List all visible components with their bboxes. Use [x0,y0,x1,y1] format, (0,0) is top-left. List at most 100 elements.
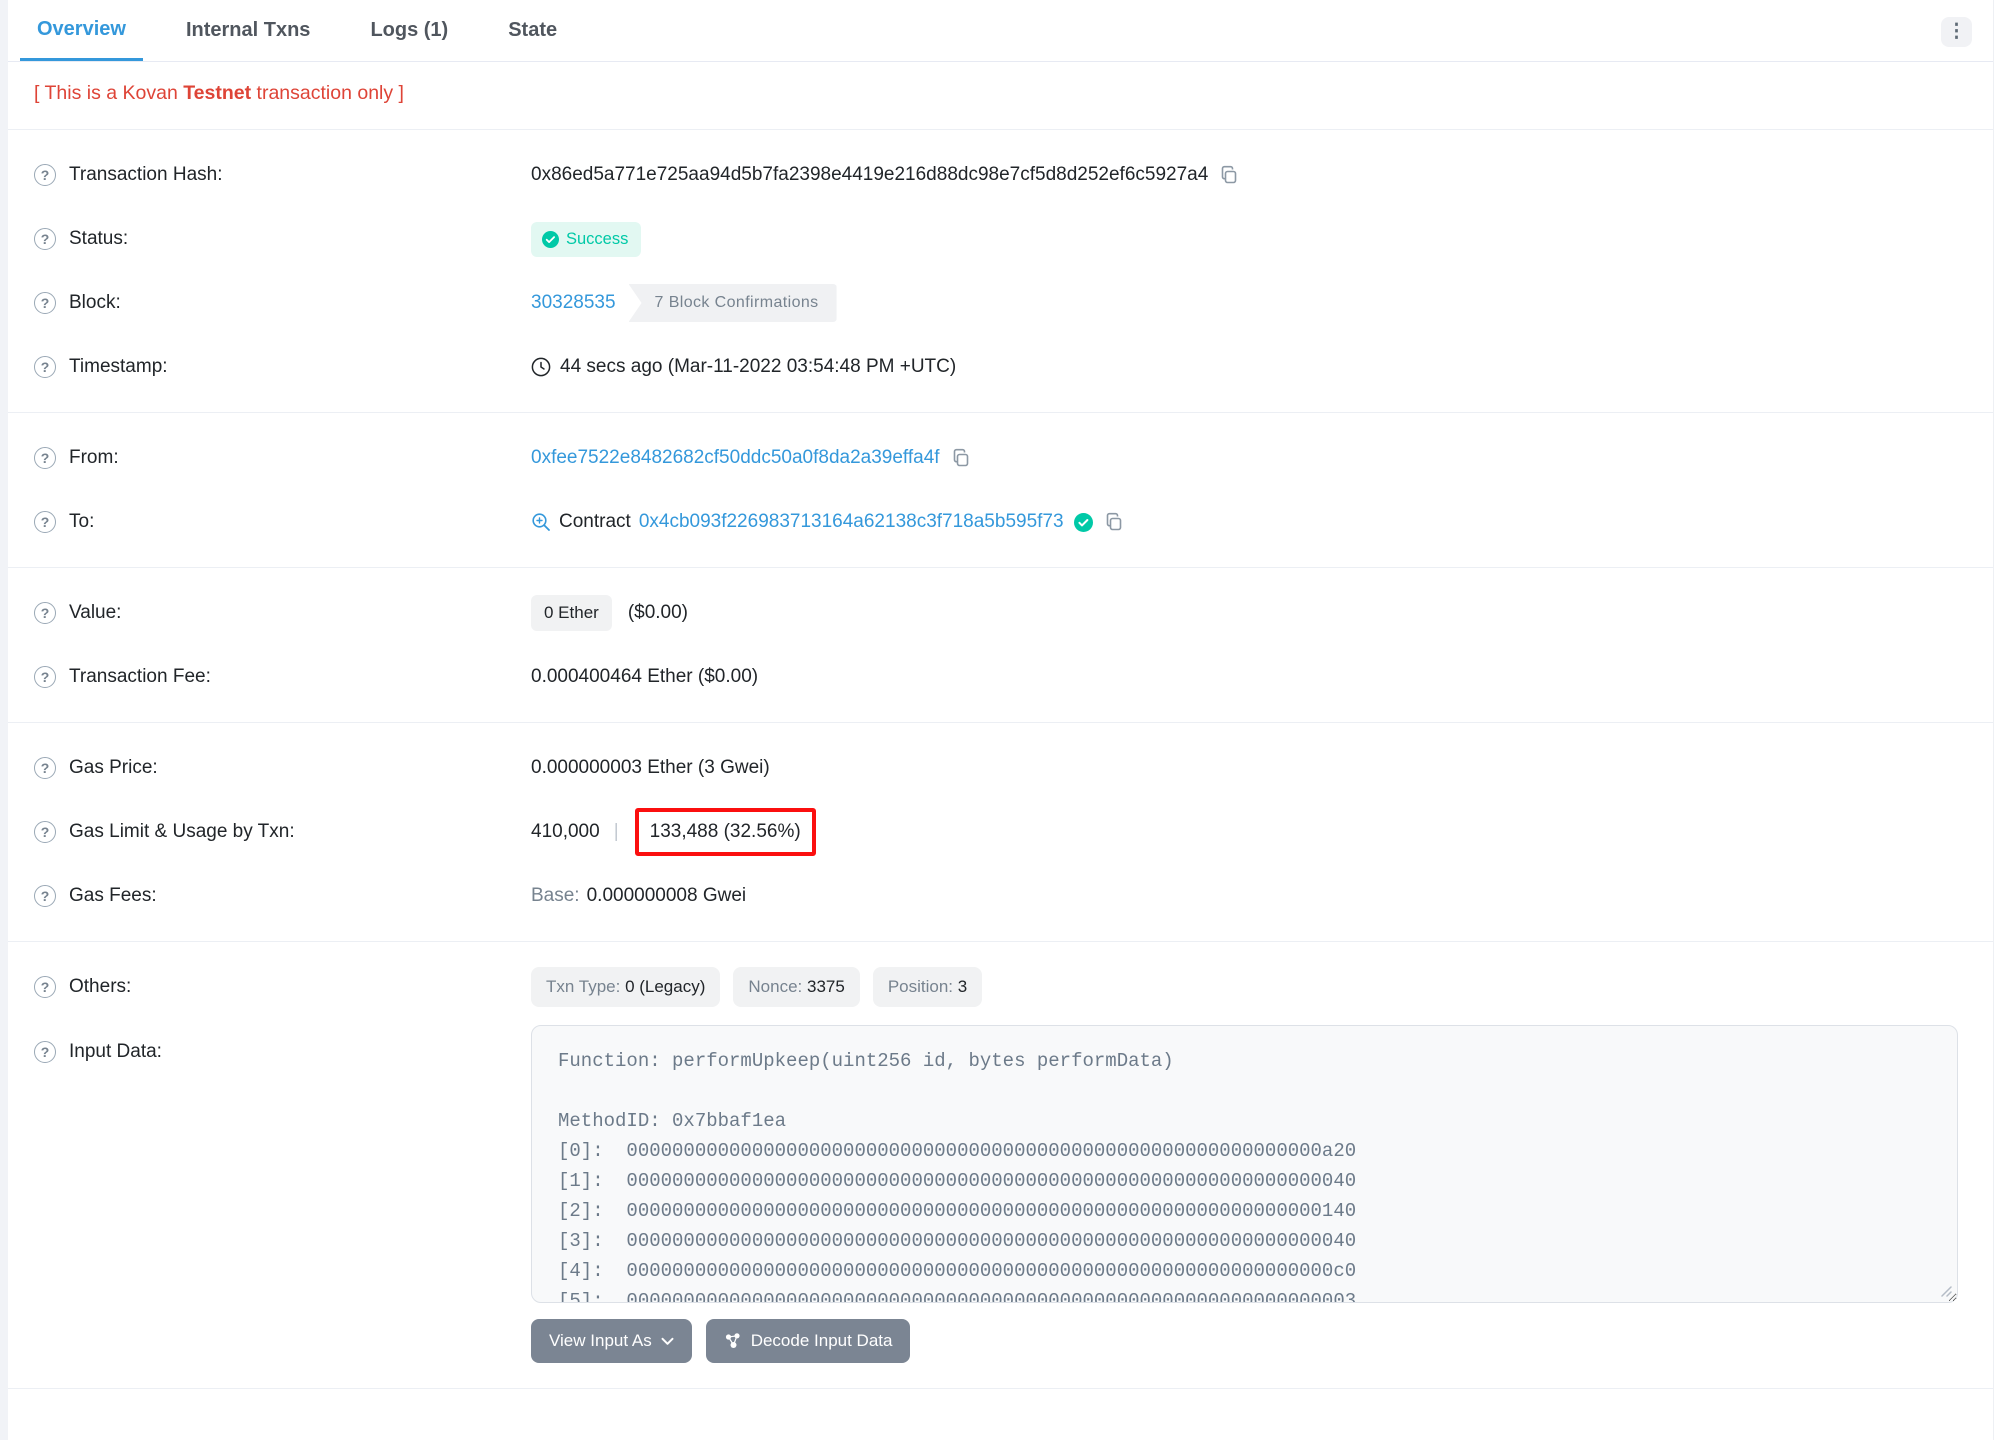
row-label: To: [69,511,95,532]
transaction-hash-value: 0x86ed5a771e725aa94d5b7fa2398e4419e216d8… [531,164,1209,185]
nonce-badge: Nonce: 3375 [733,967,860,1007]
row-block: ? Block: 30328535 7 Block Confirmations [34,271,1947,335]
transaction-fee-value: 0.000400464 Ether ($0.00) [531,666,759,687]
contract-prefix: Contract [559,511,631,532]
badge-key: Txn Type: [546,977,626,996]
status-text: Success [566,229,629,248]
decode-molecule-icon [725,1333,740,1348]
kebab-vertical-icon: ⋮ [1947,21,1966,42]
warning-suffix: transaction only ] [251,82,404,104]
row-label: Transaction Fee: [69,666,211,687]
tab-logs[interactable]: Logs (1) [353,0,465,61]
badge-value: 3 [957,977,968,996]
help-icon[interactable]: ? [34,602,56,624]
row-gas-price: ? Gas Price: 0.000000003 Ether (3 Gwei) [34,736,1947,800]
block-confirmations-badge: 7 Block Confirmations [628,284,837,322]
help-icon[interactable]: ? [34,228,56,250]
view-input-as-label: View Input As [549,1331,652,1350]
page-left-gutter [0,0,8,1440]
status-badge: Success [531,221,642,257]
verified-check-icon [1073,512,1093,532]
check-circle-icon [542,230,559,248]
tab-internal-txns[interactable]: Internal Txns [169,0,327,61]
row-label: Block: [69,292,121,313]
section-summary: ? Transaction Hash: 0x86ed5a771e725aa94d5… [8,130,1993,412]
help-icon[interactable]: ? [34,821,56,843]
row-label: Transaction Hash: [69,164,223,185]
row-label: Gas Limit & Usage by Txn: [69,821,295,842]
badge-key: Position: [887,977,958,996]
row-label: Gas Fees: [69,885,157,906]
help-icon[interactable]: ? [34,292,56,314]
resize-handle-icon[interactable] [1938,1283,1952,1297]
help-icon[interactable]: ? [34,356,56,378]
to-address-link[interactable]: 0x4cb093f226983713164a62138c3f718a5b595f… [639,511,1064,533]
row-gas-fees: ? Gas Fees: Base: 0.000000008 Gwei [34,864,1947,928]
row-transaction-hash: ? Transaction Hash: 0x86ed5a771e725aa94d5… [34,143,1947,207]
annotation-highlight-box: 133,488 (32.56%) [634,808,816,856]
position-badge: Position: 3 [872,967,983,1007]
help-icon[interactable]: ? [34,164,56,186]
help-icon[interactable]: ? [34,976,56,998]
tab-bar: Overview Internal Txns Logs (1) State ⋮ [8,0,1993,62]
row-label: Gas Price: [69,757,158,778]
gas-limit-value: 410,000 [531,821,600,842]
row-label: Timestamp: [69,356,168,377]
tab-overview[interactable]: Overview [20,0,143,61]
help-icon[interactable]: ? [34,447,56,469]
row-label: Input Data: [69,1041,162,1062]
warning-bold: Testnet [183,82,252,104]
section-gas: ? Gas Price: 0.000000003 Ether (3 Gwei) ?… [8,723,1993,941]
decode-input-data-button[interactable]: Decode Input Data [705,1319,911,1363]
pipe-divider: | [613,821,619,842]
row-label: Value: [69,602,122,623]
help-icon[interactable]: ? [34,757,56,779]
row-label: Others: [69,976,132,997]
timestamp-value: 44 secs ago (Mar-11-2022 03:54:48 PM +UT… [560,356,957,377]
transaction-card: Overview Internal Txns Logs (1) State ⋮ … [8,0,1994,1440]
section-others-input: ? Others: Txn Type: 0 (Legacy) Nonce: 337… [8,942,1993,1388]
chevron-down-icon [661,1337,674,1345]
badge-value: 3375 [806,977,845,996]
row-gas-limit-usage: ? Gas Limit & Usage by Txn: 410,000 | 133… [34,800,1947,864]
section-divider [8,1388,1993,1389]
from-address-link[interactable]: 0xfee7522e8482682cf50ddc50a0f8da2a39effa… [531,447,940,469]
help-icon[interactable]: ? [34,666,56,688]
row-timestamp: ? Timestamp: 44 secs ago (Mar-11-2022 03:… [34,335,1947,399]
gas-usage-value: 133,488 (32.56%) [649,821,801,842]
tab-state[interactable]: State [491,0,574,61]
input-data-textarea[interactable]: Function: performUpkeep(uint256 id, byte… [531,1025,1958,1303]
gas-fees-base-label: Base: [531,885,580,906]
section-addresses: ? From: 0xfee7522e8482682cf50ddc50a0f8da2… [8,413,1993,567]
help-icon[interactable]: ? [34,885,56,907]
row-to: ? To: Contract 0x4cb093f226983713164a6213… [34,490,1947,554]
input-data-content: Function: performUpkeep(uint256 id, byte… [558,1050,1357,1303]
copy-icon[interactable] [1104,512,1124,532]
zoom-in-icon[interactable] [531,512,551,532]
value-usd: ($0.00) [627,602,689,623]
warning-prefix: [ This is a Kovan [34,82,184,104]
row-others: ? Others: Txn Type: 0 (Legacy) Nonce: 337… [34,955,1947,1019]
clock-icon [531,357,551,377]
row-from: ? From: 0xfee7522e8482682cf50ddc50a0f8da2… [34,426,1947,490]
input-actions: View Input As Decode Input Data [531,1319,1958,1363]
badge-key: Nonce: [748,977,807,996]
row-status: ? Status: Success [34,207,1947,271]
badge-value: 0 (Legacy) [625,977,706,996]
help-icon[interactable]: ? [34,511,56,533]
block-number-link[interactable]: 30328535 [531,292,616,314]
view-input-as-button[interactable]: View Input As [531,1319,692,1363]
row-input-data: ? Input Data: Function: performUpkeep(uin… [34,1025,1958,1375]
row-label: From: [69,447,119,468]
more-options-button[interactable]: ⋮ [1941,17,1972,47]
value-amount-badge: 0 Ether [531,595,612,631]
testnet-warning: [ This is a Kovan Testnet transaction on… [8,62,1993,129]
row-transaction-fee: ? Transaction Fee: 0.000400464 Ether ($0.… [34,645,1947,709]
copy-icon[interactable] [1219,165,1239,185]
gas-price-value: 0.000000003 Ether (3 Gwei) [531,757,770,778]
row-label: Status: [69,228,129,249]
section-value: ? Value: 0 Ether ($0.00) ? Transaction Fee… [8,568,1993,722]
copy-icon[interactable] [951,448,971,468]
row-value: ? Value: 0 Ether ($0.00) [34,581,1947,645]
help-icon[interactable]: ? [34,1041,56,1063]
